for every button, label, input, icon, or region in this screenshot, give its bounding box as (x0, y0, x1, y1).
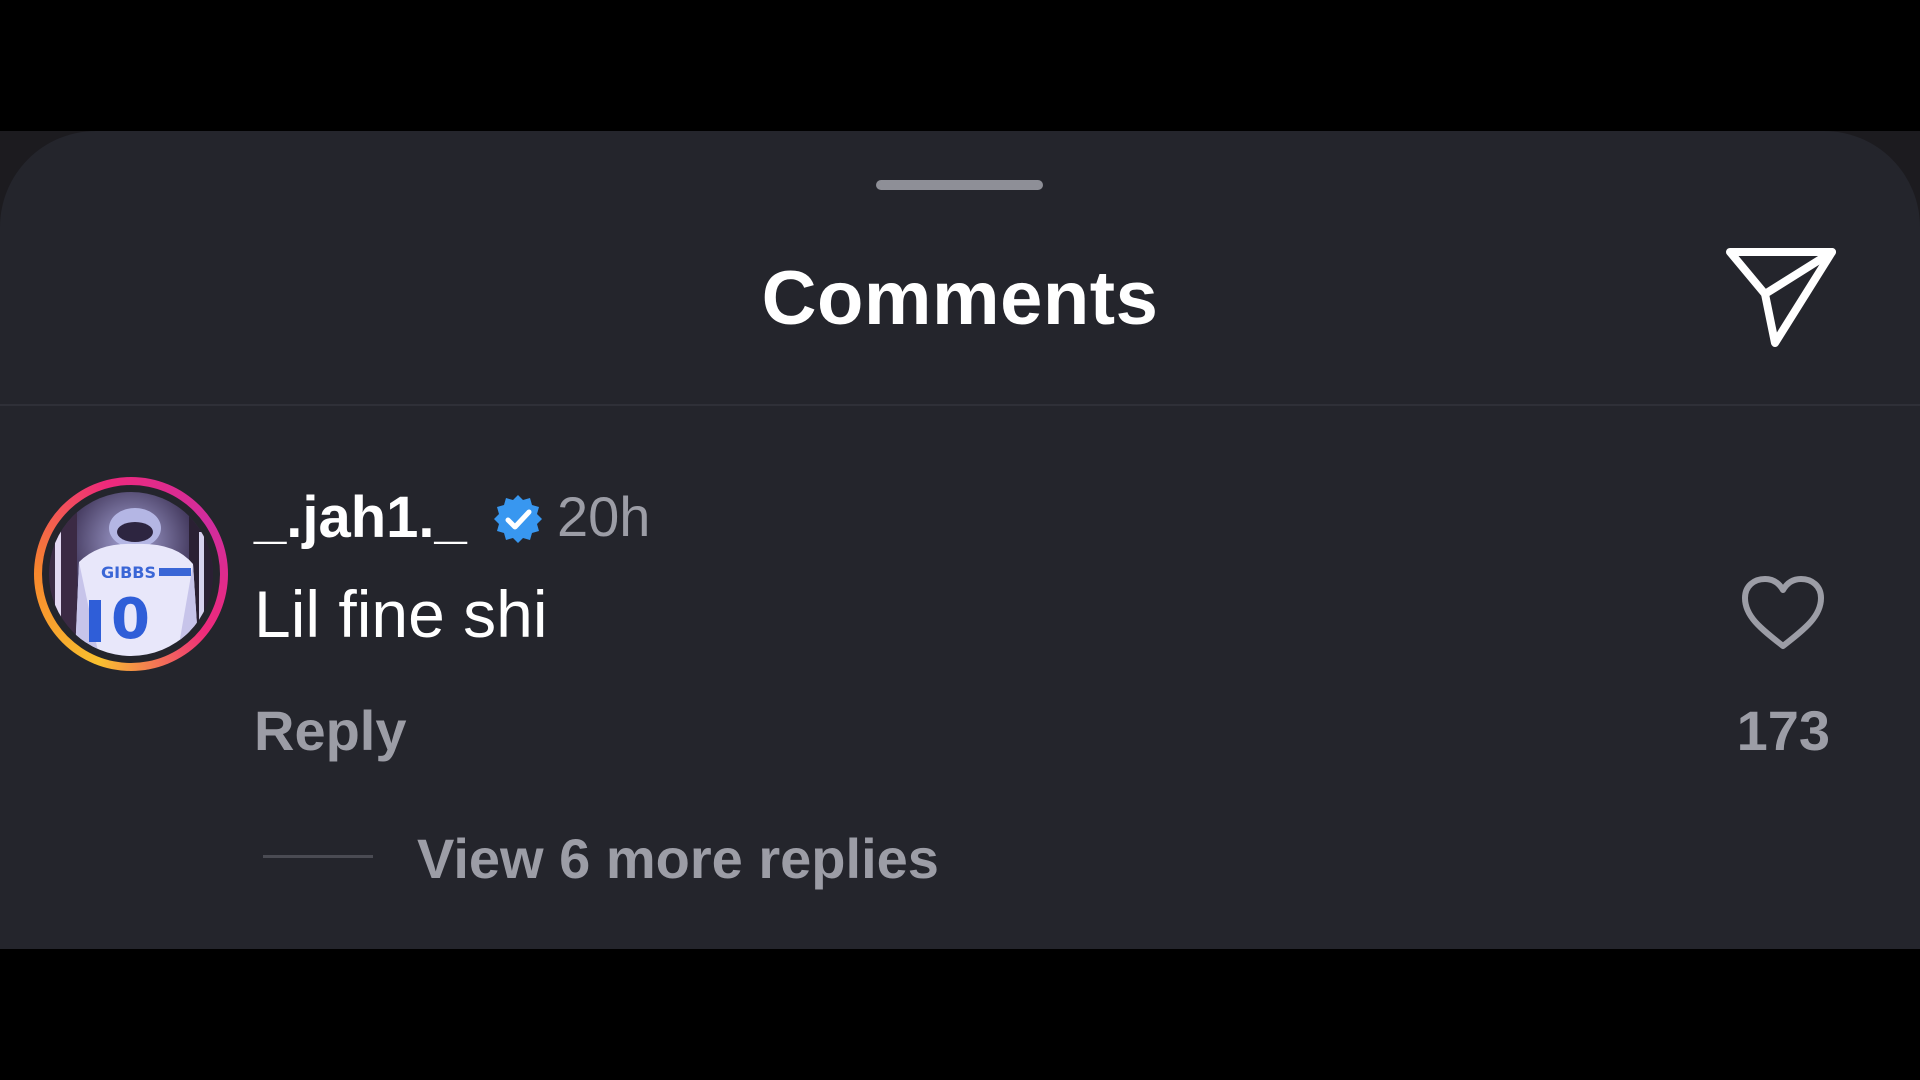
view-more-replies-button[interactable]: View 6 more replies (417, 826, 939, 891)
sheet-title: Comments (761, 256, 1159, 341)
header-divider (0, 404, 1920, 406)
avatar-image: GIBBS 0 (49, 492, 213, 656)
svg-text:0: 0 (111, 587, 150, 652)
comment-timestamp: 20h (557, 485, 651, 548)
svg-text:GIBBS: GIBBS (101, 563, 156, 582)
send-paper-plane-icon (1726, 248, 1836, 347)
screen: Comments GIBBS 0 _.jah1._ 20h Lil fine s… (0, 0, 1920, 1080)
like-button[interactable] (1740, 574, 1826, 652)
verified-badge-icon (492, 493, 544, 545)
replies-thread-line (263, 855, 373, 858)
like-count: 173 (1736, 699, 1830, 762)
sheet-drag-handle[interactable] (876, 180, 1043, 190)
send-button[interactable] (1722, 244, 1840, 350)
avatar-gap: GIBBS 0 (42, 485, 220, 663)
user-avatar-football-jersey: GIBBS 0 (49, 492, 213, 656)
verified-badge-svg (494, 495, 542, 543)
avatar[interactable]: GIBBS 0 (34, 477, 228, 671)
comment-text: Lil fine shi (254, 577, 548, 651)
heart-outline-icon (1742, 576, 1824, 649)
comment-username[interactable]: _.jah1._ (254, 484, 467, 551)
reply-button[interactable]: Reply (254, 698, 407, 763)
